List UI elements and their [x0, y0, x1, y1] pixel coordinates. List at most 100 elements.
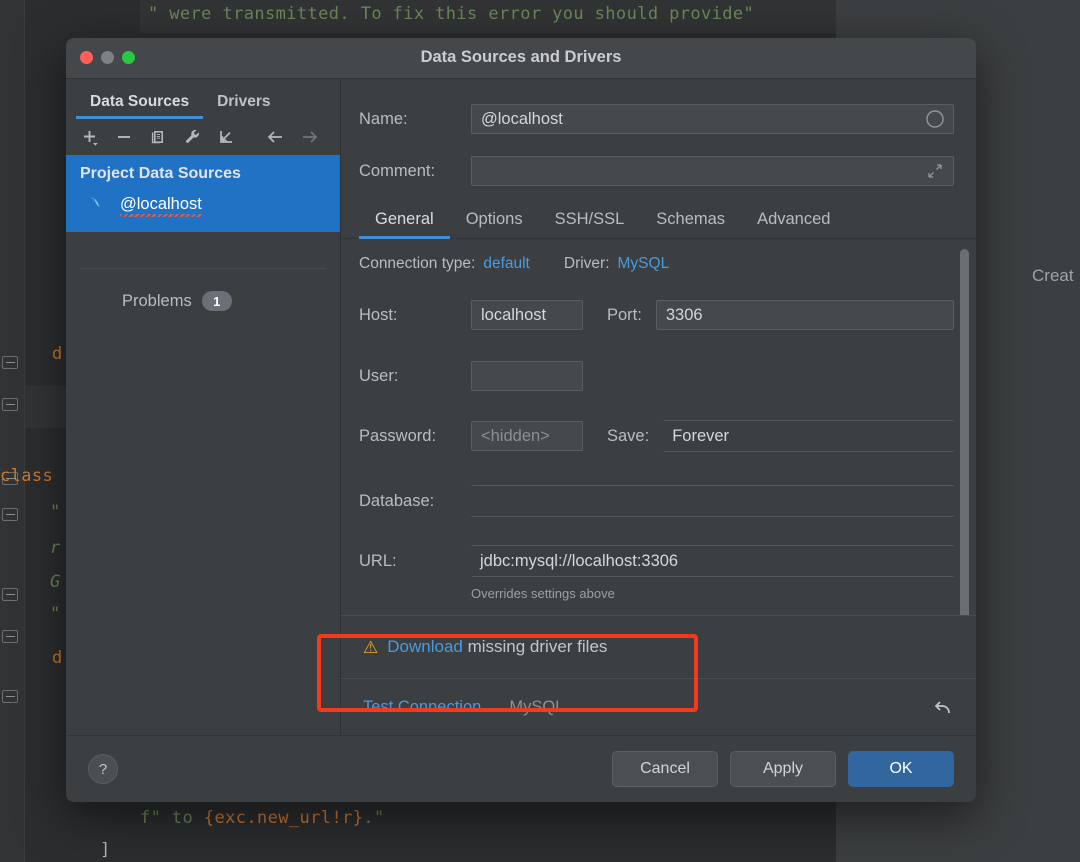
- duplicate-button[interactable]: [142, 123, 174, 151]
- tab-drivers[interactable]: Drivers: [203, 93, 284, 119]
- driver-notice-rest: missing driver files: [462, 637, 608, 656]
- vertical-scrollbar[interactable]: [960, 249, 969, 615]
- dialog-title: Data Sources and Drivers: [420, 48, 622, 66]
- error-squiggle: [120, 214, 202, 217]
- problems-row[interactable]: Problems 1: [66, 269, 340, 311]
- host-label: Host:: [359, 305, 398, 324]
- database-input[interactable]: [471, 485, 954, 517]
- name-input[interactable]: @localhost: [471, 104, 954, 134]
- fold-marker[interactable]: [2, 356, 18, 369]
- code-line: d: [52, 344, 63, 364]
- settings-scroll-region[interactable]: Connection type: default Driver: MySQL H…: [341, 239, 976, 615]
- fold-marker[interactable]: [2, 508, 18, 521]
- settings-pane: Name: @localhost Comment: General Option…: [341, 79, 976, 735]
- code-line: ": [50, 604, 61, 624]
- name-input-value: @localhost: [481, 109, 563, 128]
- code-line-fstring: f" to {exc.new_url!r}.": [140, 808, 385, 828]
- fold-marker[interactable]: [2, 630, 18, 643]
- remove-button[interactable]: [108, 123, 140, 151]
- problems-count-badge: 1: [201, 291, 232, 311]
- driver-notice-bar: ⚠ Download missing driver files: [341, 615, 976, 678]
- forward-arrow-button[interactable]: [294, 123, 326, 151]
- tree-item-label: @localhost: [120, 195, 202, 217]
- comment-input[interactable]: [471, 156, 954, 186]
- apply-button[interactable]: Apply: [730, 751, 836, 787]
- password-label: Password:: [359, 426, 437, 445]
- user-input[interactable]: [471, 361, 583, 391]
- editor-gutter[interactable]: [0, 0, 25, 862]
- url-input-value: jdbc:mysql://localhost:3306: [480, 551, 679, 570]
- code-token: .": [363, 808, 385, 828]
- fold-marker[interactable]: [2, 398, 18, 411]
- tab-general[interactable]: General: [359, 210, 450, 239]
- port-label: Port:: [607, 305, 642, 324]
- host-input[interactable]: localhost: [471, 300, 583, 330]
- fold-marker[interactable]: [2, 690, 18, 703]
- connection-type-label: Connection type:: [359, 255, 476, 272]
- password-save-row: Password: <hidden> Save: Forever: [341, 409, 976, 463]
- save-label: Save:: [607, 426, 650, 445]
- port-input-value: 3306: [665, 305, 703, 324]
- tree-group-project-data-sources[interactable]: Project Data Sources @localhost: [66, 155, 340, 232]
- code-line: G: [50, 572, 61, 592]
- code-line: " were transmitted. To fix this error yo…: [148, 4, 755, 24]
- sidebar-toolbar: [66, 119, 340, 155]
- right-panel-label: Creat: [1032, 266, 1074, 285]
- comment-row: Comment:: [341, 145, 976, 197]
- expand-icon[interactable]: [925, 161, 945, 181]
- name-label: Name:: [359, 109, 408, 128]
- user-row: User:: [341, 343, 976, 409]
- code-line: ": [50, 502, 61, 522]
- revert-arrow-icon[interactable]: [930, 695, 954, 719]
- tab-ssh-ssl[interactable]: SSH/SSL: [539, 210, 641, 238]
- url-label: URL:: [359, 551, 397, 570]
- tab-options[interactable]: Options: [450, 210, 539, 238]
- sidebar-tabs: Data Sources Drivers: [66, 79, 340, 119]
- driver-value[interactable]: MySQL: [618, 255, 670, 273]
- fold-marker[interactable]: [2, 588, 18, 601]
- dialog-titlebar[interactable]: Data Sources and Drivers: [66, 38, 976, 79]
- status-bar: Test Connection MySQL: [341, 678, 976, 735]
- footer-buttons: Cancel Apply OK: [612, 751, 954, 787]
- host-port-row: Host: localhost Port: 3306: [341, 287, 976, 343]
- code-line-bracket: ]: [100, 840, 111, 860]
- download-link[interactable]: Download: [387, 637, 463, 656]
- user-label: User:: [359, 366, 399, 385]
- connection-type-value[interactable]: default: [483, 255, 530, 273]
- save-select-value: Forever: [672, 426, 730, 445]
- add-button[interactable]: [74, 123, 106, 151]
- import-button[interactable]: [210, 123, 242, 151]
- problems-label: Problems: [122, 291, 192, 310]
- password-input[interactable]: <hidden>: [471, 421, 583, 451]
- circle-icon[interactable]: [925, 109, 945, 129]
- password-placeholder: <hidden>: [481, 426, 550, 445]
- tab-schemas[interactable]: Schemas: [640, 210, 741, 238]
- url-row: URL: jdbc:mysql://localhost:3306: [341, 539, 976, 583]
- code-line: d: [52, 648, 63, 668]
- help-button[interactable]: ?: [88, 754, 118, 784]
- sidebar: Data Sources Drivers Project Data Source…: [66, 79, 341, 735]
- url-hint: Overrides settings above: [471, 586, 615, 601]
- code-token: to: [161, 808, 204, 828]
- tree-group-title: Project Data Sources: [80, 165, 241, 182]
- cancel-button[interactable]: Cancel: [612, 751, 718, 787]
- database-label: Database:: [359, 491, 435, 510]
- tree-item-localhost[interactable]: @localhost: [66, 189, 340, 222]
- save-select[interactable]: Forever: [663, 420, 954, 452]
- name-row: Name: @localhost: [341, 79, 976, 145]
- code-token: {exc.new_url!r}: [203, 808, 364, 828]
- tab-data-sources[interactable]: Data Sources: [76, 93, 204, 119]
- port-input[interactable]: 3306: [655, 300, 954, 330]
- properties-wrench-button[interactable]: [176, 123, 208, 151]
- tab-advanced[interactable]: Advanced: [741, 210, 846, 238]
- code-line: r: [50, 538, 61, 558]
- test-connection-link[interactable]: Test Connection: [363, 698, 481, 717]
- connection-info-row: Connection type: default Driver: MySQL: [341, 247, 976, 287]
- code-token: f": [140, 808, 162, 828]
- code-line: class: [0, 466, 54, 486]
- back-arrow-button[interactable]: [260, 123, 292, 151]
- settings-tabs: General Options SSH/SSL Schemas Advanced: [341, 197, 976, 239]
- ok-button[interactable]: OK: [848, 751, 954, 787]
- data-sources-dialog: Data Sources and Drivers Data Sources Dr…: [66, 38, 976, 802]
- url-input[interactable]: jdbc:mysql://localhost:3306: [471, 545, 954, 577]
